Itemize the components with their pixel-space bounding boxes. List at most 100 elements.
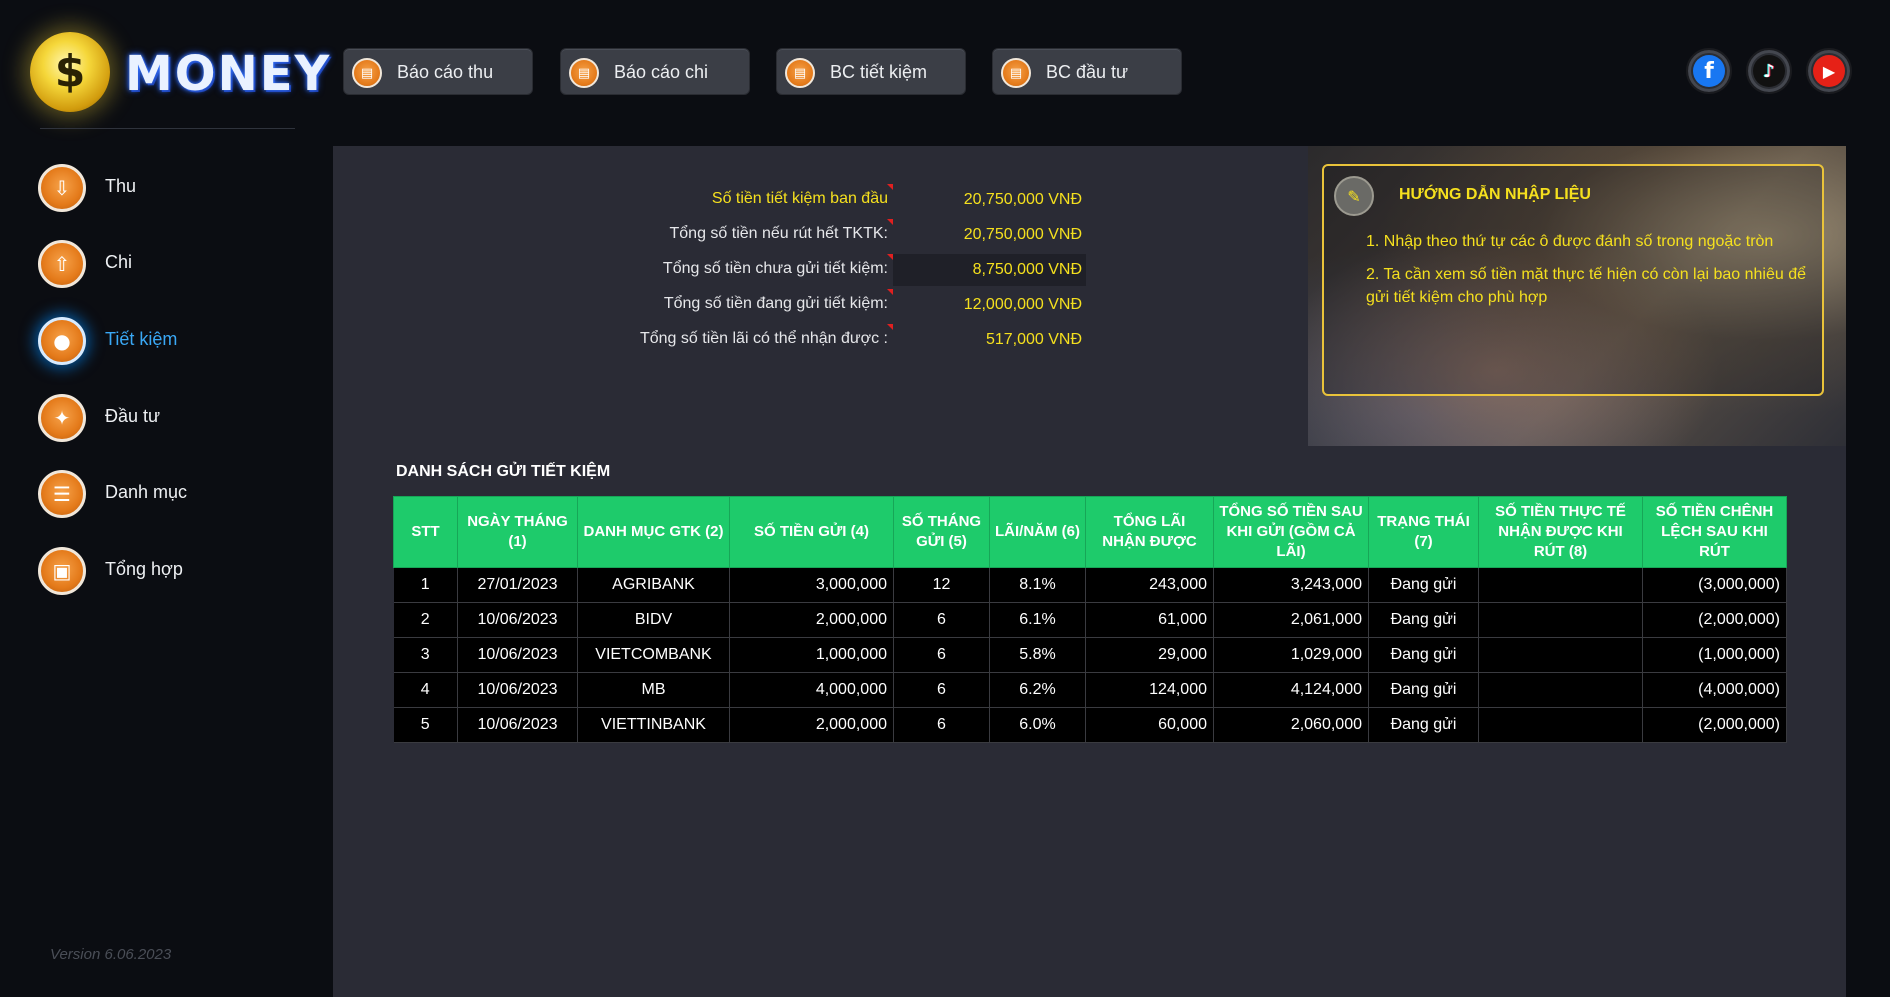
summary-label: Tổng số tiền lãi có thể nhận được : xyxy=(639,330,888,347)
summary-value[interactable]: 20,750,000 VNĐ xyxy=(893,219,1086,251)
cell-months[interactable]: 6 xyxy=(893,637,990,673)
cell-rate[interactable]: 6.0% xyxy=(989,707,1086,743)
cell-months[interactable]: 6 xyxy=(893,707,990,743)
cell-date[interactable]: 10/06/2023 xyxy=(457,602,578,638)
cell-total[interactable]: 3,243,000 xyxy=(1213,567,1369,603)
sidebar-item-chi[interactable]: ⇧ Chi xyxy=(38,240,298,292)
column-header: SỐ THÁNG GỬI (5) xyxy=(893,496,990,568)
income-icon: ⇩ xyxy=(38,164,86,212)
cell-status[interactable]: Đang gửi xyxy=(1368,567,1479,603)
facebook-button[interactable]: f xyxy=(1686,48,1732,94)
table-title: DANH SÁCH GỬI TIẾT KIỆM xyxy=(396,463,611,480)
cell-bank[interactable]: VIETCOMBANK xyxy=(577,637,730,673)
column-header: TỔNG SỐ TIỀN SAU KHI GỬI (GỒM CẢ LÃI) xyxy=(1213,496,1369,568)
cell-stt[interactable]: 3 xyxy=(393,637,458,673)
column-header: TỔNG LÃI NHẬN ĐƯỢC xyxy=(1085,496,1214,568)
cell-bank[interactable]: AGRIBANK xyxy=(577,567,730,603)
cell-stt[interactable]: 4 xyxy=(393,672,458,708)
cell-amount[interactable]: 4,000,000 xyxy=(729,672,894,708)
cell-total[interactable]: 2,060,000 xyxy=(1213,707,1369,743)
cell-date[interactable]: 10/06/2023 xyxy=(457,707,578,743)
sidebar-item-thu[interactable]: ⇩ Thu xyxy=(38,164,298,216)
summary-initial-savings: Số tiền tiết kiệm ban đầu 20,750,000 VNĐ xyxy=(333,184,1083,216)
cell-total[interactable]: 1,029,000 xyxy=(1213,637,1369,673)
cell-date[interactable]: 10/06/2023 xyxy=(457,672,578,708)
sidebar-item-label: Danh mục xyxy=(105,482,188,502)
cell-received[interactable] xyxy=(1478,602,1643,638)
cell-stt[interactable]: 1 xyxy=(393,567,458,603)
report-investment-label: BC đầu tư xyxy=(1046,62,1129,82)
report-savings-button[interactable]: ▤ BC tiết kiệm xyxy=(776,48,966,95)
cell-received[interactable] xyxy=(1478,707,1643,743)
sidebar-item-dau-tu[interactable]: ✦ Đầu tư xyxy=(38,394,298,446)
sidebar-item-tiet-kiem[interactable]: ● Tiết kiệm xyxy=(38,317,298,369)
cell-difference[interactable]: (2,000,000) xyxy=(1642,602,1787,638)
summary-deposited: Tổng số tiền đang gửi tiết kiệm: 12,000,… xyxy=(333,289,1083,321)
investment-icon: ✦ xyxy=(38,394,86,442)
column-header: LÃI/NĂM (6) xyxy=(989,496,1086,568)
summary-value[interactable]: 12,000,000 VNĐ xyxy=(893,289,1086,321)
summary-value[interactable]: 8,750,000 VNĐ xyxy=(893,254,1086,286)
cell-received[interactable] xyxy=(1478,637,1643,673)
cell-amount[interactable]: 3,000,000 xyxy=(729,567,894,603)
guide-line-2: 2. Ta cần xem số tiền mặt thực tế hiện c… xyxy=(1366,266,1807,306)
cell-stt[interactable]: 2 xyxy=(393,602,458,638)
report-investment-button[interactable]: ▤ BC đầu tư xyxy=(992,48,1182,95)
cell-bank[interactable]: BIDV xyxy=(577,602,730,638)
cell-status[interactable]: Đang gửi xyxy=(1368,602,1479,638)
cell-received[interactable] xyxy=(1478,567,1643,603)
cell-rate[interactable]: 6.2% xyxy=(989,672,1086,708)
cell-bank[interactable]: VIETTINBANK xyxy=(577,707,730,743)
column-header: DANH MỤC GTK (2) xyxy=(577,496,730,568)
cell-interest[interactable]: 60,000 xyxy=(1085,707,1214,743)
sidebar-item-danh-muc[interactable]: ☰ Danh mục xyxy=(38,470,298,522)
cell-received[interactable] xyxy=(1478,672,1643,708)
cell-months[interactable]: 6 xyxy=(893,672,990,708)
cell-interest[interactable]: 243,000 xyxy=(1085,567,1214,603)
cell-rate[interactable]: 8.1% xyxy=(989,567,1086,603)
piggy-bank-icon: ● xyxy=(38,317,86,365)
sidebar-item-tong-hop[interactable]: ▣ Tổng hợp xyxy=(38,547,298,599)
cell-amount[interactable]: 2,000,000 xyxy=(729,707,894,743)
cell-date[interactable]: 27/01/2023 xyxy=(457,567,578,603)
column-header: SỐ TIỀN CHÊNH LỆCH SAU KHI RÚT xyxy=(1642,496,1787,568)
report-income-button[interactable]: ▤ Báo cáo thu xyxy=(343,48,533,95)
summary-label: Tổng số tiền chưa gửi tiết kiệm: xyxy=(662,260,888,277)
cell-interest[interactable]: 124,000 xyxy=(1085,672,1214,708)
sidebar-divider xyxy=(40,128,295,129)
cell-rate[interactable]: 6.1% xyxy=(989,602,1086,638)
cell-months[interactable]: 12 xyxy=(893,567,990,603)
column-header: STT xyxy=(393,496,458,568)
input-guide-box: ✎ HƯỚNG DẪN NHẬP LIỆU 1. Nhập theo thứ t… xyxy=(1322,164,1824,396)
summary-value[interactable]: 517,000 VNĐ xyxy=(893,324,1086,356)
summary-value[interactable]: 20,750,000 VNĐ xyxy=(893,184,1086,216)
sidebar-item-label: Tổng hợp xyxy=(105,559,183,579)
cell-amount[interactable]: 2,000,000 xyxy=(729,602,894,638)
cell-date[interactable]: 10/06/2023 xyxy=(457,637,578,673)
cell-status[interactable]: Đang gửi xyxy=(1368,637,1479,673)
cell-bank[interactable]: MB xyxy=(577,672,730,708)
cell-difference[interactable]: (4,000,000) xyxy=(1642,672,1787,708)
cell-difference[interactable]: (3,000,000) xyxy=(1642,567,1787,603)
summary-icon: ▣ xyxy=(38,547,86,595)
report-icon: ▤ xyxy=(569,58,599,88)
cell-rate[interactable]: 5.8% xyxy=(989,637,1086,673)
summary-label: Tổng số tiền nếu rút hết TKTK: xyxy=(669,225,889,242)
cell-total[interactable]: 2,061,000 xyxy=(1213,602,1369,638)
cell-status[interactable]: Đang gửi xyxy=(1368,707,1479,743)
cell-total[interactable]: 4,124,000 xyxy=(1213,672,1369,708)
cell-months[interactable]: 6 xyxy=(893,602,990,638)
tiktok-button[interactable]: ♪ xyxy=(1746,48,1792,94)
coin-icon: $ xyxy=(30,32,110,112)
sidebar-item-label: Tiết kiệm xyxy=(105,329,178,349)
cell-amount[interactable]: 1,000,000 xyxy=(729,637,894,673)
summary-label: Số tiền tiết kiệm ban đầu xyxy=(711,190,888,207)
cell-difference[interactable]: (1,000,000) xyxy=(1642,637,1787,673)
cell-stt[interactable]: 5 xyxy=(393,707,458,743)
report-expense-button[interactable]: ▤ Báo cáo chi xyxy=(560,48,750,95)
cell-status[interactable]: Đang gửi xyxy=(1368,672,1479,708)
youtube-button[interactable]: ▶ xyxy=(1806,48,1852,94)
cell-difference[interactable]: (2,000,000) xyxy=(1642,707,1787,743)
cell-interest[interactable]: 29,000 xyxy=(1085,637,1214,673)
cell-interest[interactable]: 61,000 xyxy=(1085,602,1214,638)
